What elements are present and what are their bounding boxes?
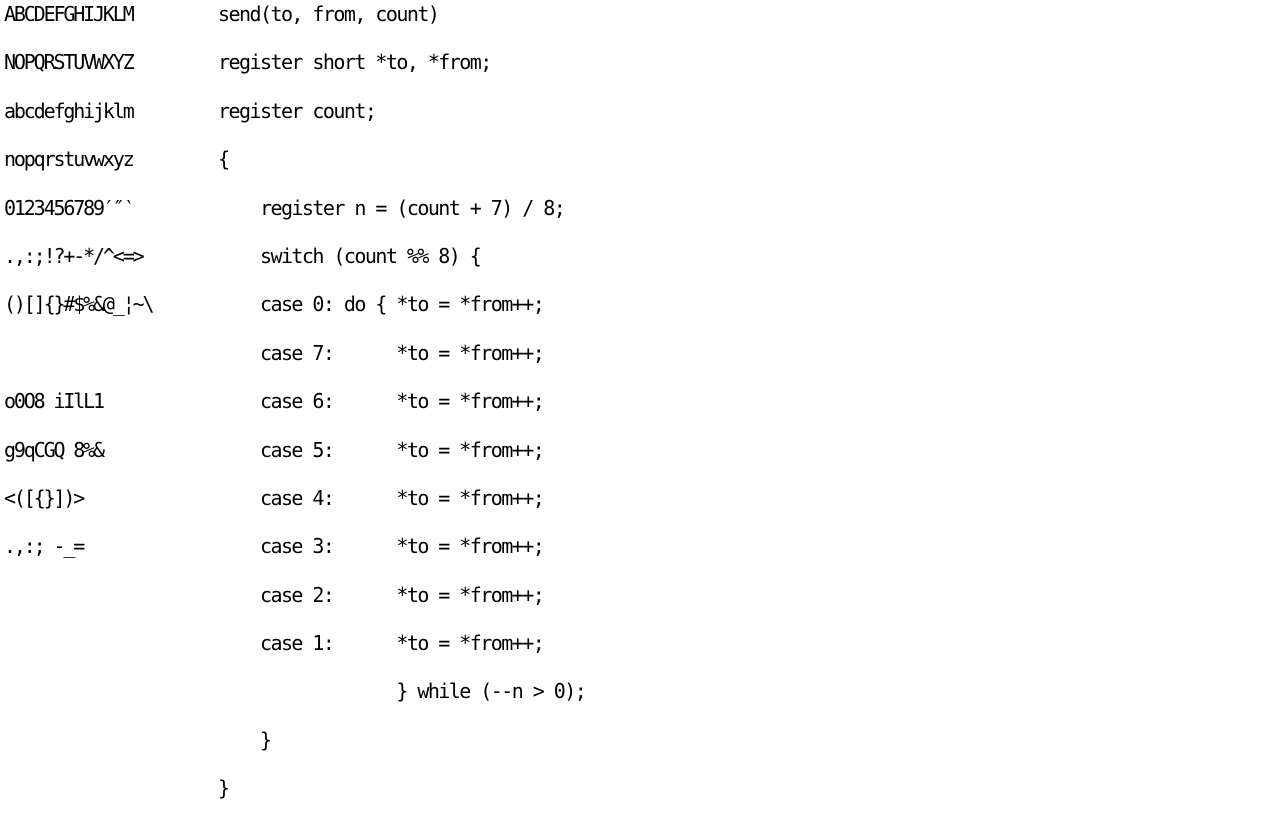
glyph-line-blank (4, 341, 152, 365)
code-sample: send(to, from, count) register short *to… (218, 2, 587, 825)
glyph-line-nested-brackets: <([{}])> (4, 485, 85, 510)
code-line: case 1: *to = *from++; (218, 631, 545, 656)
code-line: register n = (count + 7) / 8; (218, 195, 566, 220)
font-specimen-window: { "glyph_specimen": { "lines": [ "ABCDEF… (0, 0, 1280, 800)
code-line: register short *to, *from; (218, 50, 492, 75)
code-line: case 3: *to = *from++; (218, 534, 545, 559)
code-line: case 6: *to = *from++; (218, 389, 545, 414)
code-line: case 2: *to = *from++; (218, 582, 545, 607)
code-line: } (218, 727, 272, 752)
code-line: send(to, from, count) (218, 2, 440, 26)
code-line: register count; (218, 98, 377, 123)
code-line: { (218, 147, 230, 172)
glyph-line-lowercase-a-m: abcdefghijklm (4, 98, 135, 123)
glyph-line-confusables-2: g9qCGQ 8%& (4, 437, 105, 462)
glyph-line-uppercase-a-m: ABCDEFGHIJKLM (4, 2, 135, 26)
glyph-line-punctuation: .,:;!?+-*/^<=> (4, 243, 145, 268)
code-line: case 7: *to = *from++; (218, 340, 545, 365)
code-line: case 4: *to = *from++; (218, 485, 545, 510)
glyph-line-confusables-1: o0O8 iIlL1 (4, 389, 105, 414)
glyph-specimen: ABCDEFGHIJKLM NOPQRSTUVWXYZ abcdefghijkl… (4, 2, 155, 583)
code-line: case 0: do { *to = *from++; (218, 292, 545, 317)
code-line: } while (--n > 0); (218, 679, 586, 704)
glyph-line-brackets-symbols: ()[]{}#$%&@_¦~\ (4, 292, 155, 317)
code-line: switch (count %% 8) { (218, 243, 482, 268)
glyph-line-digits: 0123456789′″‵ (4, 195, 135, 220)
glyph-line-lowercase-n-z: nopqrstuvwxyz (4, 147, 135, 172)
glyph-line-small-punctuation: .,:; -_= (4, 534, 85, 559)
code-line: } (218, 776, 230, 801)
glyph-line-uppercase-n-z: NOPQRSTUVWXYZ (4, 50, 135, 75)
code-line: case 5: *to = *from++; (218, 437, 545, 462)
